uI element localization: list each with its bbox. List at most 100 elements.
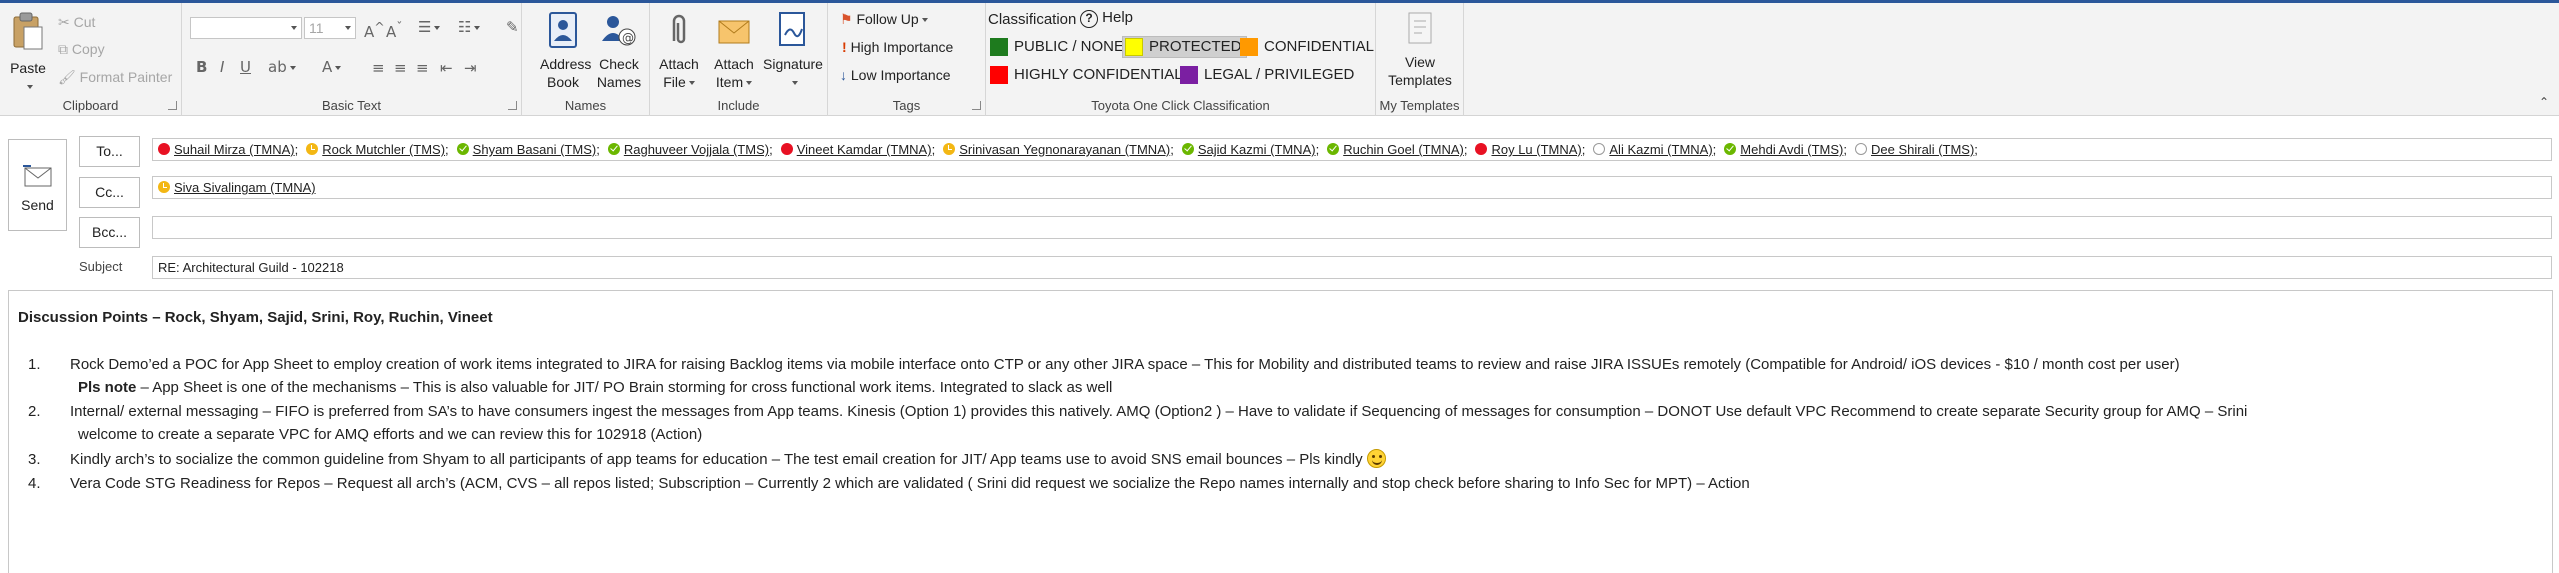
templates-icon [1384, 11, 1456, 51]
flag-icon: ⚑ [840, 11, 857, 27]
format-painter-button[interactable]: 🖌 Format Painter [58, 69, 172, 86]
font-name-combo[interactable] [190, 17, 302, 39]
bcc-button[interactable]: Bcc... [79, 217, 140, 248]
help-button[interactable]: ? Help [1080, 9, 1133, 28]
recipient-name: Srinivasan Yegnonarayanan (TMNA) [959, 142, 1171, 157]
class-public-none[interactable]: PUBLIC / NONE [990, 38, 1124, 57]
recipient-chip[interactable]: Srinivasan Yegnonarayanan (TMNA); [943, 142, 1178, 157]
follow-up-label: Follow Up [856, 11, 919, 27]
bullets-icon[interactable]: ☰ [418, 18, 441, 36]
font-size-combo[interactable]: 11 [304, 17, 356, 39]
numbering-icon[interactable]: ☷ [458, 18, 481, 36]
recipient-separator: ; [445, 142, 449, 157]
svg-text:@: @ [622, 31, 634, 45]
recipient-chip[interactable]: Shyam Basani (TMS); [456, 142, 604, 157]
paste-button[interactable]: Paste [6, 11, 50, 95]
recipient-chip[interactable]: Roy Lu (TMNA); [1475, 142, 1589, 157]
align-left-icon[interactable]: ≡ [372, 59, 385, 77]
include-group-label: Include [717, 98, 760, 113]
recipient-chip[interactable]: Vineet Kamdar (TMNA); [780, 142, 939, 157]
message-body[interactable]: Discussion Points – Rock, Shyam, Sajid, … [8, 290, 2553, 573]
class-confidential-label: CONFIDENTIAL [1264, 38, 1375, 55]
grow-font-icon[interactable]: A^ [364, 19, 385, 41]
list-item-2-continued: welcome to create a separate VPC for AMQ… [78, 426, 703, 443]
purple-swatch [1180, 66, 1198, 85]
check-names-label-1: Check [599, 56, 639, 72]
body-heading: Discussion Points – Rock, Shyam, Sajid, … [18, 309, 493, 326]
classification-title: Classification [988, 11, 1076, 28]
align-center-icon[interactable]: ≡ [394, 59, 407, 77]
to-field[interactable]: Suhail Mirza (TMNA); Rock Mutchler (TMS);… [152, 138, 2552, 161]
check-names-button[interactable]: @ Check Names [596, 11, 642, 91]
class-highly-confidential[interactable]: HIGHLY CONFIDENTIAL [990, 66, 1183, 85]
recipient-separator: ; [596, 142, 600, 157]
address-book-button[interactable]: Address Book [540, 11, 592, 91]
increase-indent-icon[interactable]: ⇥ [464, 59, 477, 77]
list-number: 4. [28, 475, 41, 492]
low-importance-button[interactable]: ↓ Low Importance [840, 67, 951, 83]
signature-button[interactable]: Signature [762, 11, 824, 91]
underline-icon[interactable]: U [240, 58, 251, 76]
font-color-icon[interactable]: A [322, 58, 342, 76]
recipient-chip[interactable]: Raghuveer Vojjala (TMS); [607, 142, 777, 157]
class-protected[interactable]: PROTECTED [1122, 36, 1247, 59]
align-right-icon[interactable]: ≡ [416, 59, 429, 77]
cut-label: Cut [73, 14, 96, 30]
class-confidential[interactable]: CONFIDENTIAL [1240, 38, 1375, 57]
help-icon: ? [1080, 10, 1098, 28]
signature-dropdown-icon [791, 81, 798, 86]
attach-file-button[interactable]: Attach File [656, 11, 702, 91]
class-protected-label: PROTECTED [1149, 38, 1242, 55]
high-importance-button[interactable]: ! High Importance [842, 39, 953, 55]
shrink-font-icon[interactable]: Aˇ [386, 19, 403, 41]
subject-field[interactable]: RE: Architectural Guild - 102218 [152, 256, 2552, 279]
low-importance-label: Low Importance [850, 67, 951, 83]
copy-button[interactable]: ⧉ Copy [58, 41, 105, 58]
recipient-separator: ; [1712, 142, 1717, 157]
send-button[interactable]: Send [8, 139, 67, 231]
presence-status-icon [158, 181, 170, 193]
recipient-chip[interactable]: Dee Shirali (TMS); [1855, 142, 1982, 157]
recipient-chip[interactable]: Ali Kazmi (TMNA); [1593, 142, 1720, 157]
note-bold: Pls note [78, 379, 137, 396]
recipient-separator: ; [1463, 142, 1468, 157]
tags-launcher-icon[interactable] [972, 101, 981, 110]
recipient-chip[interactable]: Mehdi Avdi (TMS); [1724, 142, 1851, 157]
collapse-ribbon-icon[interactable]: ⌃ [2539, 95, 2549, 109]
attach-file-label-1: Attach [659, 56, 699, 72]
recipient-chip[interactable]: Sajid Kazmi (TMNA); [1181, 142, 1323, 157]
bold-icon[interactable]: B [196, 58, 207, 76]
clear-formatting-icon[interactable]: ✎ [506, 18, 519, 36]
recipient-name: Raghuveer Vojjala (TMS) [623, 142, 770, 157]
basic-text-group: 11 A^ Aˇ ☰ ☷ ✎ B I U ab A ≡ ≡ ≡ ⇤ ⇥ Basi… [182, 3, 522, 116]
italic-icon[interactable]: I [220, 58, 224, 76]
attach-item-button[interactable]: Attach Item [708, 11, 760, 91]
highlight-icon[interactable]: ab [268, 58, 296, 76]
cc-button[interactable]: Cc... [79, 177, 140, 208]
bcc-field[interactable] [152, 216, 2552, 239]
cc-field[interactable]: Siva Sivalingam (TMNA) [152, 176, 2552, 199]
recipient-chip[interactable]: Suhail Mirza (TMNA); [158, 142, 302, 157]
follow-up-button[interactable]: ⚑ Follow Up [840, 11, 928, 28]
cut-button[interactable]: ✂ Cut [58, 14, 95, 31]
basic-text-launcher-icon[interactable] [508, 101, 517, 110]
view-templates-button[interactable]: View Templates [1384, 11, 1456, 89]
list-number: 1. [28, 356, 41, 373]
recipient-chip[interactable]: Ruchin Goel (TMNA); [1327, 142, 1471, 157]
class-legal-privileged[interactable]: LEGAL / PRIVILEGED [1180, 66, 1354, 85]
recipient-chip[interactable]: Siva Sivalingam (TMNA) [158, 180, 316, 195]
font-size-value: 11 [309, 20, 324, 36]
recipient-name: Dee Shirali (TMS) [1871, 142, 1975, 157]
address-book-label-1: Address [540, 56, 592, 72]
tags-group: ⚑ Follow Up ! High Importance ↓ Low Impo… [828, 3, 986, 116]
decrease-indent-icon[interactable]: ⇤ [440, 59, 453, 77]
attach-item-dropdown-icon [746, 81, 753, 86]
clipboard-launcher-icon[interactable] [168, 101, 177, 110]
to-button[interactable]: To... [79, 136, 140, 167]
list-item-text: Vera Code STG Readiness for Repos – Requ… [70, 475, 1750, 492]
attach-file-dropdown-icon [688, 81, 695, 86]
address-book-icon [540, 11, 586, 53]
recipient-separator: ; [1974, 142, 1978, 157]
recipient-chip[interactable]: Rock Mutchler (TMS); [306, 142, 452, 157]
recipient-separator: ; [769, 142, 773, 157]
